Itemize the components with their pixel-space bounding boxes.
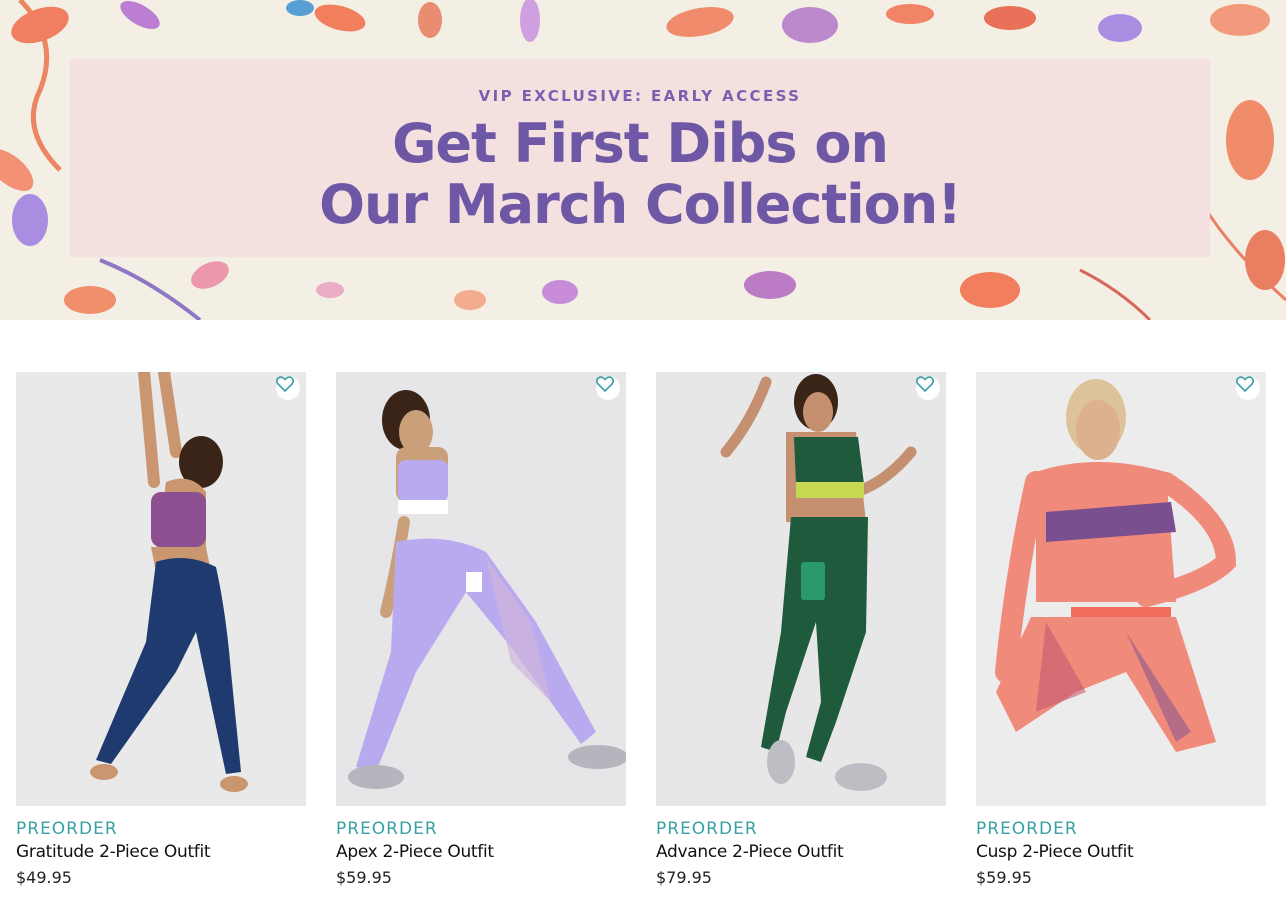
product-grid: PREORDER Gratitude 2-Piece Outfit $49.95 (16, 372, 1270, 892)
model-figure (656, 372, 946, 806)
product-price: $79.95 (656, 868, 712, 887)
preorder-badge: PREORDER (976, 819, 1078, 839)
product-card[interactable]: PREORDER Gratitude 2-Piece Outfit $49.95 (16, 372, 306, 887)
model-figure (976, 372, 1266, 806)
banner-title-line-2: Our March Collection! (319, 173, 962, 236)
favorite-button[interactable] (596, 376, 620, 400)
preorder-badge: PREORDER (656, 819, 758, 839)
preorder-badge: PREORDER (16, 819, 118, 839)
product-name-link[interactable]: Apex 2-Piece Outfit (336, 842, 626, 862)
banner-panel: VIP EXCLUSIVE: EARLY ACCESS Get First Di… (70, 59, 1210, 257)
product-card[interactable]: PREORDER Apex 2-Piece Outfit $59.95 (336, 372, 626, 887)
product-name-link[interactable]: Advance 2-Piece Outfit (656, 842, 946, 862)
product-name-link[interactable]: Gratitude 2-Piece Outfit (16, 842, 306, 862)
banner-title-line-1: Get First Dibs on (392, 112, 889, 175)
model-figure (336, 372, 626, 806)
favorite-button[interactable] (1236, 376, 1260, 400)
product-price: $49.95 (16, 868, 72, 887)
product-name-link[interactable]: Cusp 2-Piece Outfit (976, 842, 1266, 862)
product-image[interactable] (336, 372, 626, 806)
banner-eyebrow: VIP EXCLUSIVE: EARLY ACCESS (478, 87, 802, 105)
preorder-badge: PREORDER (336, 819, 438, 839)
favorite-button[interactable] (276, 376, 300, 400)
product-price: $59.95 (336, 868, 392, 887)
product-price: $59.95 (976, 868, 1032, 887)
promo-banner[interactable]: VIP EXCLUSIVE: EARLY ACCESS Get First Di… (0, 0, 1286, 320)
heart-icon (596, 376, 614, 392)
favorite-button[interactable] (916, 376, 940, 400)
banner-title: Get First Dibs on Our March Collection! (70, 113, 1210, 235)
heart-icon (276, 376, 294, 392)
heart-icon (1236, 376, 1254, 392)
product-image[interactable] (656, 372, 946, 806)
product-image[interactable] (976, 372, 1266, 806)
product-image[interactable] (16, 372, 306, 806)
model-figure (16, 372, 306, 806)
product-card[interactable]: PREORDER Cusp 2-Piece Outfit $59.95 (976, 372, 1266, 887)
product-card[interactable]: PREORDER Advance 2-Piece Outfit $79.95 (656, 372, 946, 887)
heart-icon (916, 376, 934, 392)
